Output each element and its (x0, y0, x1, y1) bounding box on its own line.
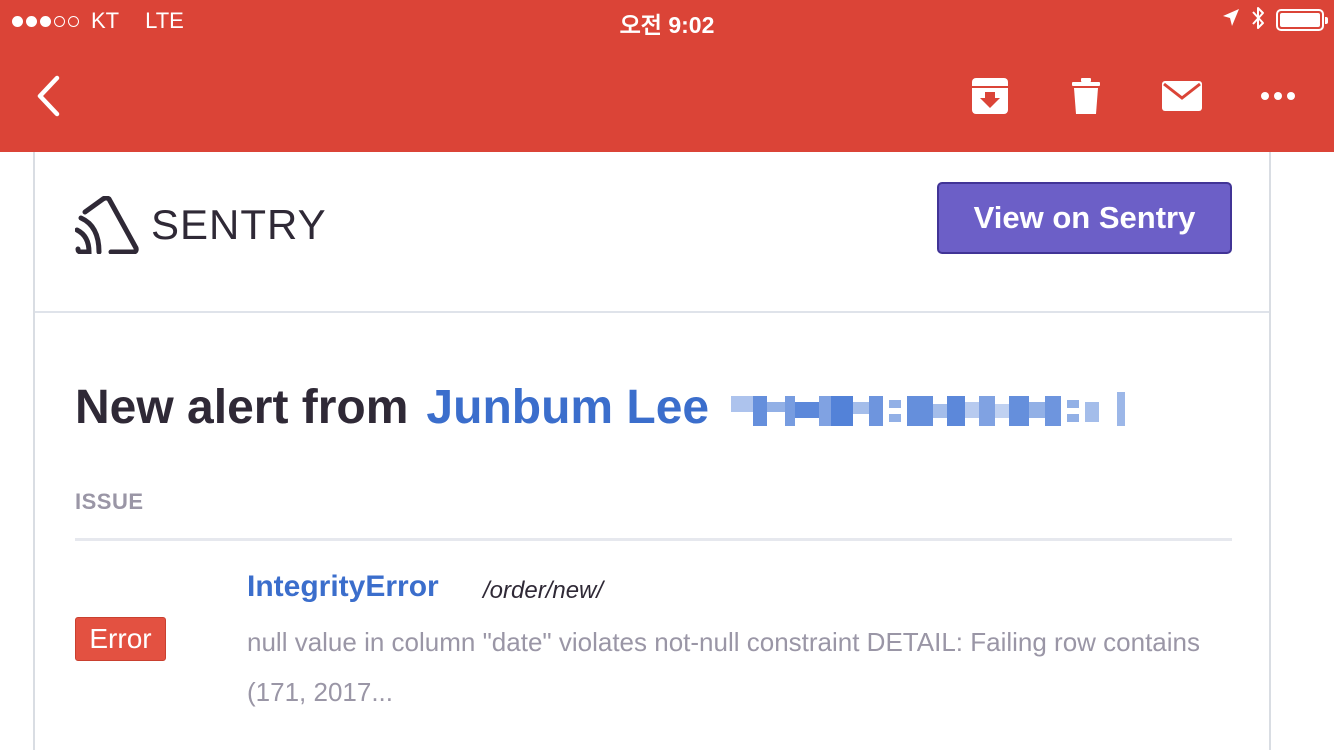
delete-button[interactable] (1063, 72, 1109, 120)
status-bar-right (1222, 6, 1328, 35)
chevron-left-icon (37, 75, 60, 117)
location-arrow-icon (1222, 8, 1240, 33)
trash-icon (1072, 78, 1100, 114)
issue-culprit: /order/new/ (483, 577, 604, 604)
sentry-logo: SENTRY (75, 196, 327, 254)
view-on-sentry-button[interactable]: View on Sentry (937, 182, 1232, 254)
issue-message: null value in column "date" violates not… (247, 627, 1200, 707)
mark-unread-button[interactable] (1159, 72, 1205, 120)
email-body: SENTRY View on Sentry New alert from Jun… (33, 152, 1271, 750)
alert-heading-prefix: New alert from (75, 381, 409, 434)
email-header: SENTRY View on Sentry (35, 152, 1269, 313)
issue-section-label: ISSUE (75, 489, 144, 514)
battery-icon (1276, 9, 1328, 31)
bluetooth-icon (1250, 6, 1266, 35)
back-button[interactable] (28, 72, 68, 120)
issue-title-link[interactable]: IntegrityError (247, 570, 439, 604)
redacted-text (731, 391, 1126, 426)
more-options-button[interactable] (1255, 72, 1301, 120)
mail-icon (1162, 81, 1202, 111)
status-time: 오전 9:02 (619, 12, 715, 38)
error-level-badge: Error (75, 617, 166, 661)
sentry-logo-icon (75, 196, 139, 254)
sentry-wordmark: SENTRY (151, 201, 327, 248)
issue-divider (75, 538, 1232, 541)
app-top-bar: KT LTE 오전 9:02 (0, 0, 1334, 152)
alert-author: Junbum Lee (426, 381, 710, 434)
more-icon (1261, 92, 1295, 100)
alert-heading: New alert from Junbum Lee (75, 380, 1131, 435)
archive-icon (972, 78, 1008, 114)
archive-button[interactable] (967, 72, 1013, 120)
